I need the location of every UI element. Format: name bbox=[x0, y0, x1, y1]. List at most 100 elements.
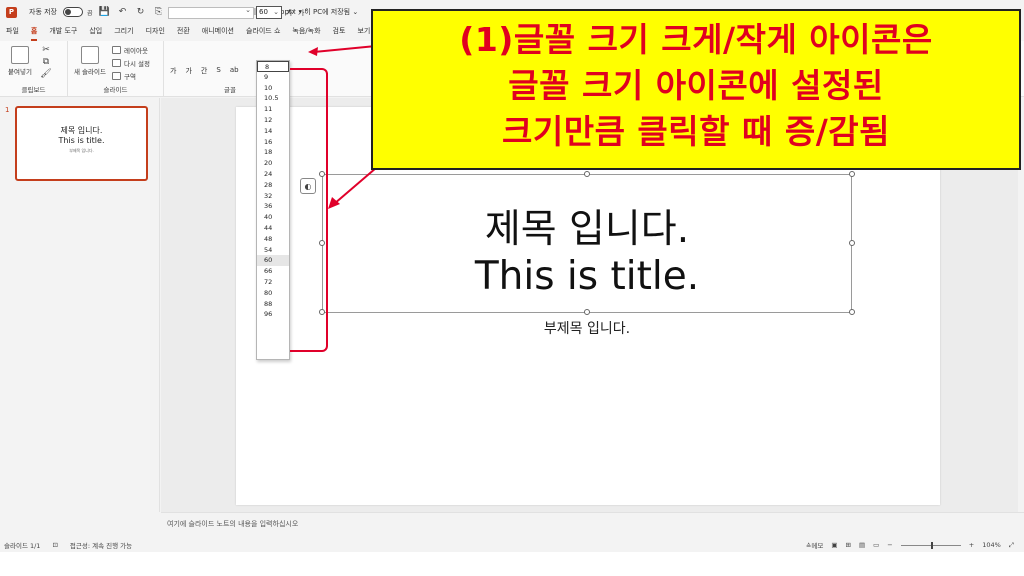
annotation-arrow-icon bbox=[328, 167, 377, 209]
autosave-toggle[interactable] bbox=[63, 7, 83, 17]
slides-group: 새 슬라이드 레이아웃 다시 설정 구역 슬라이드 bbox=[68, 41, 164, 97]
resize-handle[interactable] bbox=[849, 171, 855, 177]
layout-button[interactable]: 레이아웃 bbox=[112, 45, 148, 55]
font-size-option[interactable]: 54 bbox=[257, 245, 289, 256]
thumb-subtitle: 부제목 입니다. bbox=[69, 148, 94, 153]
font-size-option[interactable]: 12 bbox=[257, 115, 289, 126]
paste-button[interactable]: 붙여넣기 bbox=[8, 46, 32, 76]
redo-icon[interactable]: ↻ bbox=[135, 7, 147, 17]
notes-pane[interactable]: 여기에 슬라이드 노트의 내용을 입력하십시오 bbox=[161, 512, 1024, 536]
tab-insert[interactable]: 삽입 bbox=[89, 26, 102, 40]
font-size-option[interactable]: 10 bbox=[257, 83, 289, 94]
status-bar-right: ≙메모 ▣ ⊞ ▤ ▭ − + 104% ⤢ bbox=[806, 540, 1014, 551]
tab-transitions[interactable]: 전환 bbox=[177, 26, 190, 40]
shrink-font-button[interactable]: 가˅ bbox=[298, 8, 308, 18]
reset-icon bbox=[112, 59, 121, 67]
new-slide-label: 새 슬라이드 bbox=[74, 68, 106, 76]
font-size-option[interactable]: 24 bbox=[257, 169, 289, 180]
font-size-option[interactable]: 96 bbox=[257, 309, 289, 320]
slide-title-line2: This is title. bbox=[474, 254, 700, 299]
cut-icon[interactable]: ✂ bbox=[40, 45, 52, 55]
annotation-bracket bbox=[290, 68, 328, 352]
reset-label: 다시 설정 bbox=[124, 60, 150, 68]
resize-handle[interactable] bbox=[849, 309, 855, 315]
font-size-option[interactable]: 44 bbox=[257, 223, 289, 234]
section-button[interactable]: 구역 bbox=[112, 71, 136, 81]
tab-design[interactable]: 디자인 bbox=[146, 26, 165, 40]
tab-view[interactable]: 보기 bbox=[357, 26, 370, 40]
quick-access-toolbar: P 자동 저장 끔 💾 ↶ ↻ ⎘ ⌄ bbox=[0, 6, 183, 18]
resize-handle[interactable] bbox=[584, 309, 590, 315]
font-size-option[interactable]: 66 bbox=[257, 266, 289, 277]
font-size-option[interactable]: 80 bbox=[257, 288, 289, 299]
font-size-option[interactable]: 20 bbox=[257, 158, 289, 169]
slideshow-icon[interactable]: ▭ bbox=[873, 541, 879, 549]
notes-toggle-button[interactable]: ≙메모 bbox=[806, 540, 823, 550]
copy-icon[interactable]: ⧉ bbox=[40, 57, 52, 67]
format-painter-icon[interactable]: 🖌 bbox=[40, 69, 52, 79]
annotation-arrow-icon bbox=[308, 45, 377, 56]
zoom-in-icon[interactable]: + bbox=[969, 541, 974, 549]
normal-view-icon[interactable]: ▣ bbox=[831, 541, 837, 549]
slide-title[interactable]: 제목 입니다. This is title. bbox=[322, 206, 852, 300]
tab-home[interactable]: 홈 bbox=[30, 26, 38, 41]
font-size-option-selected[interactable]: 60 bbox=[257, 255, 289, 267]
font-size-option[interactable]: 14 bbox=[257, 126, 289, 137]
slide-title-line1: 제목 입니다. bbox=[484, 207, 690, 252]
font-name-combobox[interactable] bbox=[168, 6, 254, 19]
zoom-slider[interactable] bbox=[900, 541, 961, 549]
font-size-option[interactable]: 32 bbox=[257, 191, 289, 202]
font-size-option[interactable]: 18 bbox=[257, 147, 289, 158]
callout-line-2: 글꼴 크기 아이콘에 설정된 bbox=[508, 66, 884, 105]
slide-subtitle[interactable]: 부제목 입니다. bbox=[322, 318, 852, 338]
font-size-combobox[interactable]: 60 ⌄ bbox=[256, 6, 282, 19]
reading-view-icon[interactable]: ▤ bbox=[859, 541, 865, 549]
tab-review[interactable]: 검토 bbox=[333, 26, 346, 40]
font-size-option[interactable]: 10.5 bbox=[257, 93, 289, 104]
spellcheck-icon[interactable]: ⊡ bbox=[52, 541, 57, 549]
slide-number: 1 bbox=[5, 106, 10, 114]
section-icon bbox=[112, 72, 121, 80]
format-painter-qat-icon[interactable]: ⎘ bbox=[153, 7, 165, 17]
grow-font-button[interactable]: 가˄ bbox=[286, 8, 296, 18]
accessibility-status[interactable]: 접근성: 계속 진행 가능 bbox=[70, 540, 132, 550]
font-size-option[interactable]: 72 bbox=[257, 277, 289, 288]
font-size-option[interactable]: 88 bbox=[257, 299, 289, 310]
layout-icon bbox=[112, 46, 121, 54]
tab-slideshow[interactable]: 슬라이드 쇼 bbox=[246, 26, 280, 40]
callout-line-3: 크기만큼 클릭할 때 증/감됨 bbox=[502, 112, 890, 151]
strikethrough-button[interactable]: ab bbox=[230, 66, 239, 76]
save-icon[interactable]: 💾 bbox=[99, 7, 111, 17]
new-slide-button[interactable]: 새 슬라이드 bbox=[74, 46, 106, 76]
undo-icon[interactable]: ↶ bbox=[117, 7, 129, 17]
resize-handle[interactable] bbox=[584, 171, 590, 177]
autosave-state: 끔 bbox=[87, 9, 93, 17]
zoom-out-icon[interactable]: − bbox=[887, 541, 892, 549]
font-size-option[interactable]: 28 bbox=[257, 180, 289, 191]
tab-file[interactable]: 파일 bbox=[6, 26, 19, 40]
slide-sorter-icon[interactable]: ⊞ bbox=[846, 541, 851, 549]
italic-button[interactable]: 가 bbox=[185, 66, 191, 76]
font-size-option[interactable]: 11 bbox=[257, 104, 289, 115]
font-size-option[interactable]: 36 bbox=[257, 201, 289, 212]
reset-button[interactable]: 다시 설정 bbox=[112, 58, 150, 68]
slide-thumbnail[interactable]: 제목 입니다. This is title. 부제목 입니다. bbox=[15, 106, 148, 181]
tab-draw[interactable]: 그리기 bbox=[114, 26, 133, 40]
powerpoint-logo-icon: P bbox=[6, 6, 17, 18]
underline-button[interactable]: 간 bbox=[201, 66, 207, 76]
fit-slide-icon[interactable]: ⤢ bbox=[1009, 541, 1014, 550]
font-size-option[interactable]: 16 bbox=[257, 137, 289, 148]
slides-group-label: 슬라이드 bbox=[103, 86, 128, 94]
tab-developer[interactable]: 개발 도구 bbox=[49, 26, 77, 40]
font-size-option[interactable]: 40 bbox=[257, 212, 289, 223]
font-size-option[interactable]: 8 bbox=[257, 61, 289, 72]
font-size-option[interactable]: 48 bbox=[257, 234, 289, 245]
font-group-label: 글꼴 bbox=[224, 86, 236, 94]
tab-record[interactable]: 녹음/녹화 bbox=[292, 26, 320, 40]
zoom-level[interactable]: 104% bbox=[982, 541, 1001, 549]
bold-button[interactable]: 가 bbox=[170, 66, 176, 76]
tab-animations[interactable]: 애니메이션 bbox=[202, 26, 234, 40]
font-size-option[interactable]: 9 bbox=[257, 72, 289, 83]
shadow-button[interactable]: S bbox=[216, 66, 220, 76]
paste-label: 붙여넣기 bbox=[8, 68, 32, 76]
